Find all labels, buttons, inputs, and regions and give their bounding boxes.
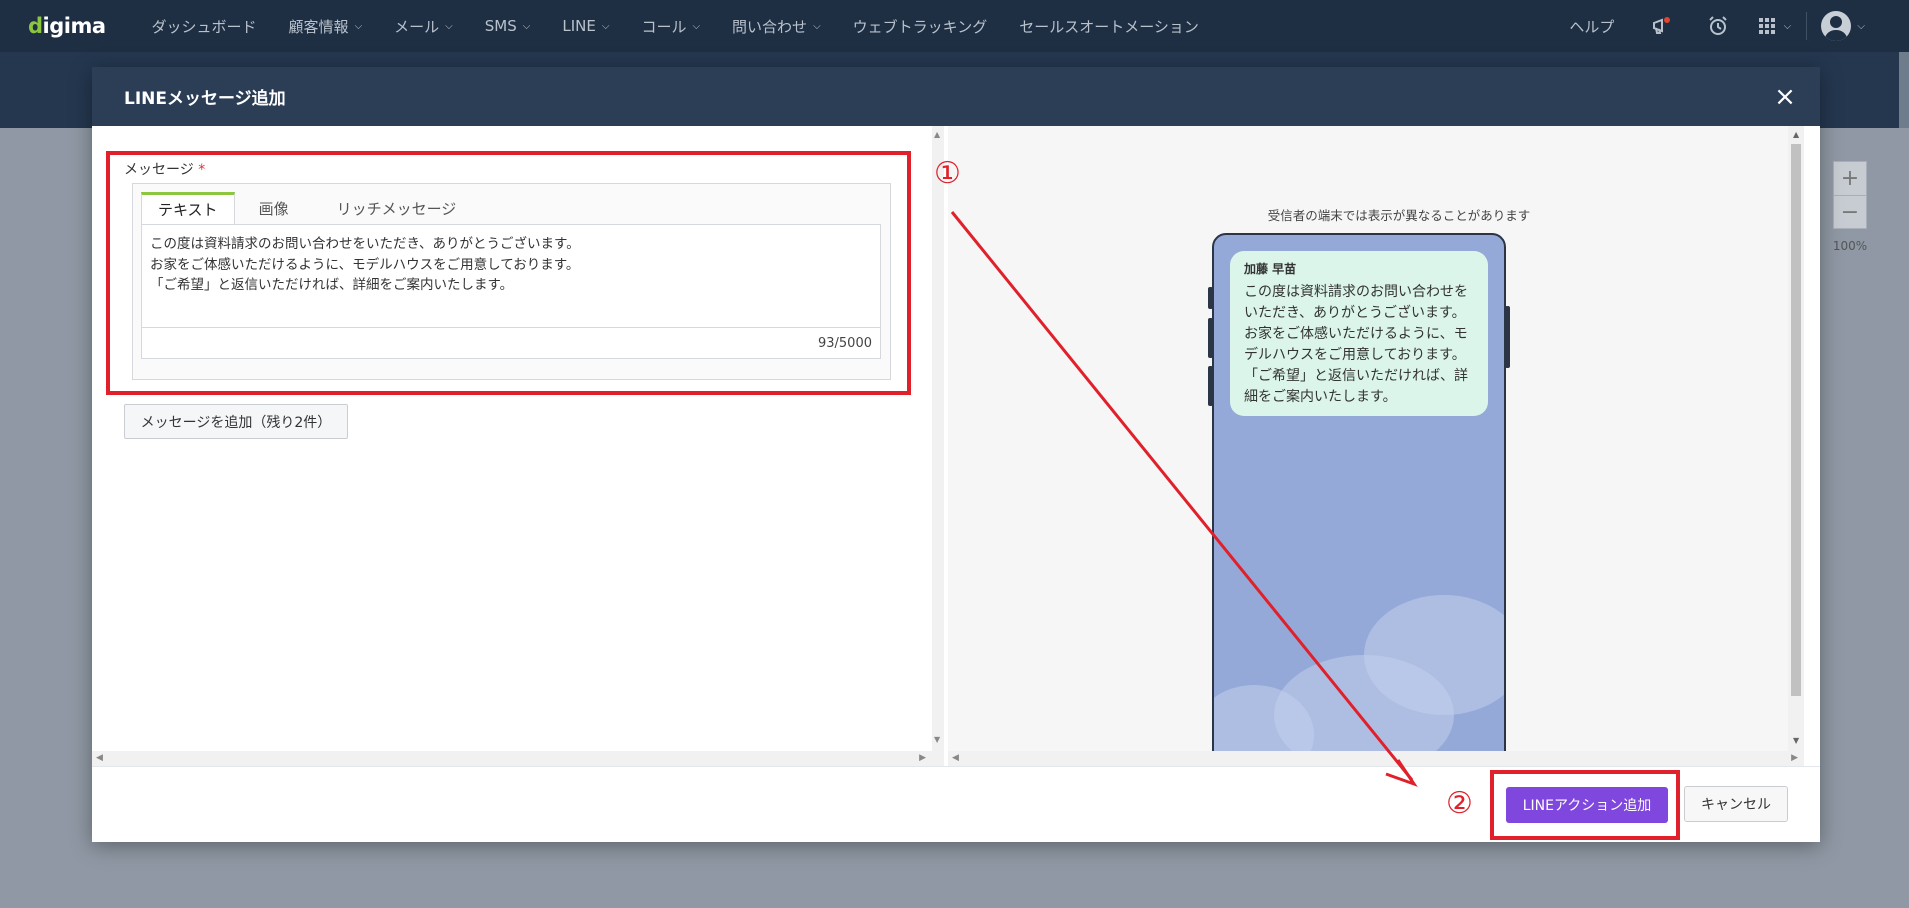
nav-sms[interactable]: SMS ⌵ <box>469 0 547 52</box>
nav-dashboard[interactable]: ダッシュボード <box>136 0 273 52</box>
help-link[interactable]: ヘルプ <box>1569 16 1614 37</box>
editor-horizontal-scrollbar[interactable]: ◀ ▶ <box>92 751 932 766</box>
nav-right-tools: ヘルプ ⌵ ⌵ <box>1569 0 1909 52</box>
scroll-up-icon[interactable]: ▲ <box>934 130 940 139</box>
zoom-in-button[interactable]: + <box>1834 162 1866 195</box>
preview-line: デルハウスをご用意しております。 <box>1244 347 1466 363</box>
logo-text: igima <box>42 14 106 38</box>
preview-line: いただき、ありがとうございます。 <box>1244 305 1466 321</box>
chevron-down-icon: ⌵ <box>813 20 821 32</box>
nav-web-tracking[interactable]: ウェブトラッキング <box>837 0 1004 52</box>
nav-mail[interactable]: メール ⌵ <box>378 0 469 52</box>
annotation-step-1: ① <box>934 156 961 191</box>
preview-note: 受信者の端末では表示が異なることがあります <box>1267 208 1531 223</box>
preview-pane: 受信者の端末では表示が異なることがあります 加藤 早苗 この度は資料請求のお問い… <box>948 126 1804 751</box>
scroll-right-icon[interactable]: ▶ <box>919 753 926 763</box>
cancel-button[interactable]: キャンセル <box>1684 786 1788 822</box>
chevron-down-icon: ⌵ <box>354 20 363 32</box>
chevron-down-icon: ⌵ <box>445 20 453 32</box>
add-message-button[interactable]: メッセージを追加（残り2件） <box>124 404 348 439</box>
digima-logo[interactable]: digima <box>28 14 106 38</box>
chevron-down-icon: ⌵ <box>692 20 701 32</box>
zoom-out-button[interactable]: − <box>1834 195 1866 228</box>
preview-line: 細をご案内いたします。 <box>1244 389 1397 405</box>
editor-vertical-scrollbar[interactable]: ▲ ▼ <box>932 126 944 766</box>
modal-header: LINEメッセージ追加 × <box>92 67 1820 126</box>
alarm-clock-icon[interactable] <box>1700 0 1736 52</box>
megaphone-icon[interactable] <box>1644 0 1680 52</box>
scroll-right-icon[interactable]: ▶ <box>1791 753 1798 763</box>
preview-message-text: この度は資料請求のお問い合わせを いただき、ありがとうございます。 お家をご体感… <box>1244 282 1474 408</box>
annotation-box-submit <box>1490 770 1680 840</box>
preview-vertical-scrollbar[interactable]: ▲ ▼ <box>1788 126 1804 751</box>
top-navigation: digima ダッシュボード 顧客情報 ⌵ メール ⌵ SMS ⌵ LINE ⌵ コール… <box>0 0 1909 52</box>
scroll-up-icon[interactable]: ▲ <box>1793 130 1799 139</box>
nav-line[interactable]: LINE ⌵ <box>546 0 625 52</box>
nav-divider <box>1806 12 1808 40</box>
main-nav: ダッシュボード 顧客情報 ⌵ メール ⌵ SMS ⌵ LINE ⌵ コール ⌵ 問い合わせ… <box>136 0 1215 52</box>
nav-call[interactable]: コール ⌵ <box>625 0 716 52</box>
user-avatar-icon[interactable] <box>1821 11 1852 41</box>
annotation-box-message <box>106 151 911 395</box>
nav-customer-info[interactable]: 顧客情報 ⌵ <box>273 0 379 52</box>
nav-sales-automation[interactable]: セールスオートメーション <box>1003 0 1215 52</box>
apps-grid-icon[interactable]: ⌵ <box>1756 0 1792 52</box>
scrollbar-thumb[interactable] <box>1791 144 1801 696</box>
modal-title: LINEメッセージ追加 <box>124 89 286 109</box>
scroll-down-icon[interactable]: ▼ <box>1793 736 1799 745</box>
zoom-level: 100% <box>1832 239 1868 253</box>
chevron-down-icon[interactable]: ⌵ <box>1857 21 1865 32</box>
chevron-down-icon: ⌵ <box>601 20 610 32</box>
zoom-controls: + − <box>1833 161 1867 229</box>
scroll-down-icon[interactable]: ▼ <box>934 735 940 744</box>
annotation-step-2: ② <box>1446 786 1473 821</box>
preview-line: 「ご希望」と返信いただければ、詳 <box>1244 368 1468 384</box>
preview-message-bubble: 加藤 早苗 この度は資料請求のお問い合わせを いただき、ありがとうございます。 … <box>1230 251 1488 416</box>
scroll-left-icon[interactable]: ◀ <box>96 753 103 763</box>
preview-line: お家をご体感いただけるように、モ <box>1244 326 1468 342</box>
close-icon[interactable]: × <box>1770 82 1800 112</box>
preview-line: この度は資料請求のお問い合わせを <box>1244 284 1468 300</box>
chevron-down-icon: ⌵ <box>1783 20 1792 32</box>
nav-inquiry[interactable]: 問い合わせ ⌵ <box>716 0 837 52</box>
chevron-down-icon: ⌵ <box>522 20 531 32</box>
scroll-left-icon[interactable]: ◀ <box>952 753 959 763</box>
phone-preview: 加藤 早苗 この度は資料請求のお問い合わせを いただき、ありがとうございます。 … <box>1212 233 1506 751</box>
preview-horizontal-scrollbar[interactable]: ◀ ▶ <box>948 751 1804 766</box>
preview-sender-name: 加藤 早苗 <box>1244 262 1297 276</box>
page-scrollbar[interactable] <box>1899 52 1909 128</box>
